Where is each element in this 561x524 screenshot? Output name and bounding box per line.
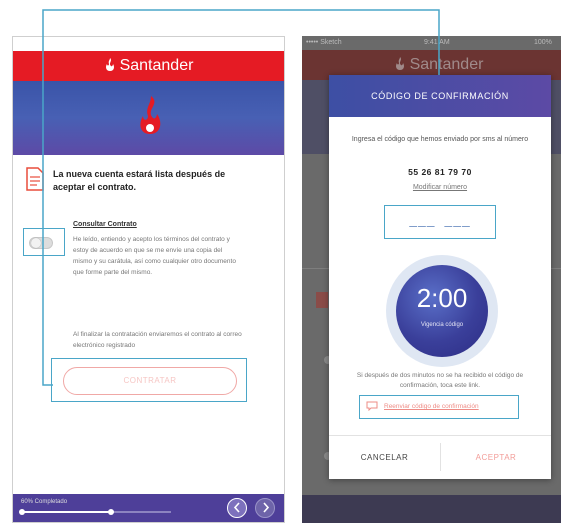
status-bar: ••••• Sketch 9:41 AM 100% xyxy=(302,36,561,50)
hero-banner xyxy=(13,81,284,155)
left-phone-screen: ••••• Sketch 9:41 AM 100% Santander La n… xyxy=(12,36,285,523)
brand-name: Santander xyxy=(409,56,484,73)
progress-track xyxy=(19,509,171,515)
progress-start-dot xyxy=(19,509,25,515)
clock-label: 9:41 AM xyxy=(133,40,159,47)
contract-message: La nueva cuenta estará lista después de … xyxy=(53,169,226,192)
chevron-left-icon xyxy=(233,502,240,513)
resend-highlight-box: Reenviar código de confirmación xyxy=(359,395,519,419)
santander-hero-icon xyxy=(140,96,161,134)
cancel-button[interactable]: CANCELAR xyxy=(329,436,440,479)
carrier-label: ••••• Sketch xyxy=(17,40,53,47)
resend-help-text: Si después de dos minutos no se ha recib… xyxy=(356,372,524,389)
message-icon xyxy=(366,401,378,411)
consult-contract-link[interactable]: Consultar Contrato xyxy=(73,221,137,228)
modal-instructions: Ingresa el código que hemos enviado por … xyxy=(351,136,529,143)
previous-button[interactable] xyxy=(227,498,247,518)
flame-icon xyxy=(105,58,114,71)
chevron-right-icon xyxy=(262,502,269,513)
modify-number-link[interactable]: Modificar número xyxy=(329,184,551,191)
phone-number: 55 26 81 79 70 xyxy=(408,167,472,177)
carrier-label: ••••• Sketch xyxy=(306,39,342,46)
contratar-button[interactable]: CONTRATAR xyxy=(63,367,237,395)
progress-label: 60% Completado xyxy=(21,499,68,505)
brand-name: Santander xyxy=(119,57,194,74)
dimmed-document-icon xyxy=(316,292,328,308)
flame-icon xyxy=(395,57,404,70)
brand-header: Santander xyxy=(13,51,284,81)
dimmed-bottom-bar xyxy=(302,495,561,523)
progress-current-dot xyxy=(108,509,114,515)
resend-code-link[interactable]: Reenviar código de confirmación xyxy=(384,403,479,410)
code-input[interactable]: ___ ___ xyxy=(385,214,495,229)
clock-label: 9:41 AM xyxy=(424,39,450,46)
next-button[interactable] xyxy=(255,498,275,518)
code-input-highlight-box: ___ ___ xyxy=(384,205,496,239)
battery-label: 100% xyxy=(239,40,257,47)
santander-logo: Santander xyxy=(302,56,561,74)
progress-fill xyxy=(21,511,111,513)
santander-logo: Santander xyxy=(13,57,284,75)
final-note-text: Al finalizar la contratación enviaremos … xyxy=(73,331,242,349)
accept-terms-toggle[interactable] xyxy=(29,237,53,249)
status-bar: ••••• Sketch 9:41 AM 100% xyxy=(13,37,284,51)
battery-label: 100% xyxy=(534,39,552,46)
timer-label: Vigencia código xyxy=(420,322,464,328)
countdown-timer: 2:00 Vigencia código xyxy=(396,265,488,357)
confirmation-code-modal: CÓDIGO DE CONFIRMACIÓN Ingresa el código… xyxy=(329,75,551,479)
accept-button[interactable]: ACEPTAR xyxy=(441,436,551,479)
terms-text: He leído, entiendo y acepto los términos… xyxy=(73,236,236,276)
timer-value: 2:00 xyxy=(416,283,468,313)
modal-title: CÓDIGO DE CONFIRMACIÓN xyxy=(329,75,551,117)
bottom-progress-bar: 60% Completado xyxy=(13,494,284,522)
document-icon xyxy=(26,167,44,191)
